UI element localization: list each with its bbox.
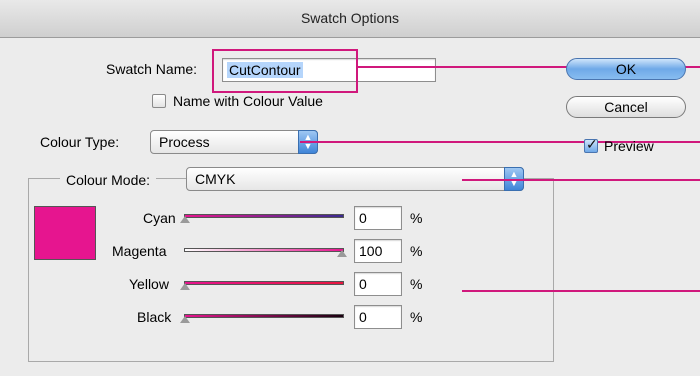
cyan-label: Cyan — [143, 210, 176, 226]
title-bar: Swatch Options — [0, 0, 700, 38]
colour-mode-value: CMYK — [195, 171, 236, 187]
yellow-slider-thumb[interactable] — [180, 283, 190, 290]
cyan-slider[interactable] — [184, 214, 344, 218]
colour-mode-label: Colour Mode: — [60, 172, 157, 188]
swatch-name-highlight — [212, 49, 358, 93]
callout-line-sliders — [462, 290, 700, 292]
yellow-slider[interactable] — [184, 281, 344, 285]
name-with-colour-value-label: Name with Colour Value — [173, 93, 323, 109]
cyan-unit: % — [410, 210, 423, 226]
black-unit: % — [410, 309, 423, 325]
black-slider-thumb[interactable] — [180, 316, 190, 323]
checkmark-icon: ✓ — [586, 136, 598, 152]
yellow-label: Yellow — [129, 276, 169, 292]
colour-type-label: Colour Type: — [40, 134, 120, 150]
cyan-slider-thumb[interactable] — [180, 216, 190, 223]
yellow-unit: % — [410, 276, 423, 292]
black-slider[interactable] — [184, 314, 344, 318]
magenta-slider-thumb[interactable] — [337, 250, 347, 257]
window-title: Swatch Options — [300, 10, 400, 26]
colour-type-value: Process — [159, 134, 210, 150]
swatch-name-label: Swatch Name: — [106, 61, 198, 77]
cyan-input[interactable]: 0 — [354, 206, 402, 230]
colour-type-select[interactable]: Process ▲ ▼ — [150, 130, 318, 154]
magenta-label: Magenta — [112, 243, 167, 259]
preview-checkbox[interactable]: ✓ — [584, 136, 598, 153]
ok-button[interactable]: OK — [566, 58, 686, 80]
callout-line-colour-mode — [462, 179, 700, 181]
magenta-slider[interactable] — [184, 248, 344, 252]
name-with-colour-value-checkbox[interactable] — [152, 94, 166, 108]
magenta-input[interactable]: 100 — [354, 239, 402, 263]
preview-label: Preview — [604, 138, 654, 154]
colour-swatch-preview — [34, 206, 96, 260]
magenta-unit: % — [410, 243, 423, 259]
yellow-input[interactable]: 0 — [354, 272, 402, 296]
black-label: Black — [137, 309, 172, 325]
black-input[interactable]: 0 — [354, 305, 402, 329]
colour-mode-group — [28, 178, 554, 362]
cancel-button[interactable]: Cancel — [566, 96, 686, 118]
